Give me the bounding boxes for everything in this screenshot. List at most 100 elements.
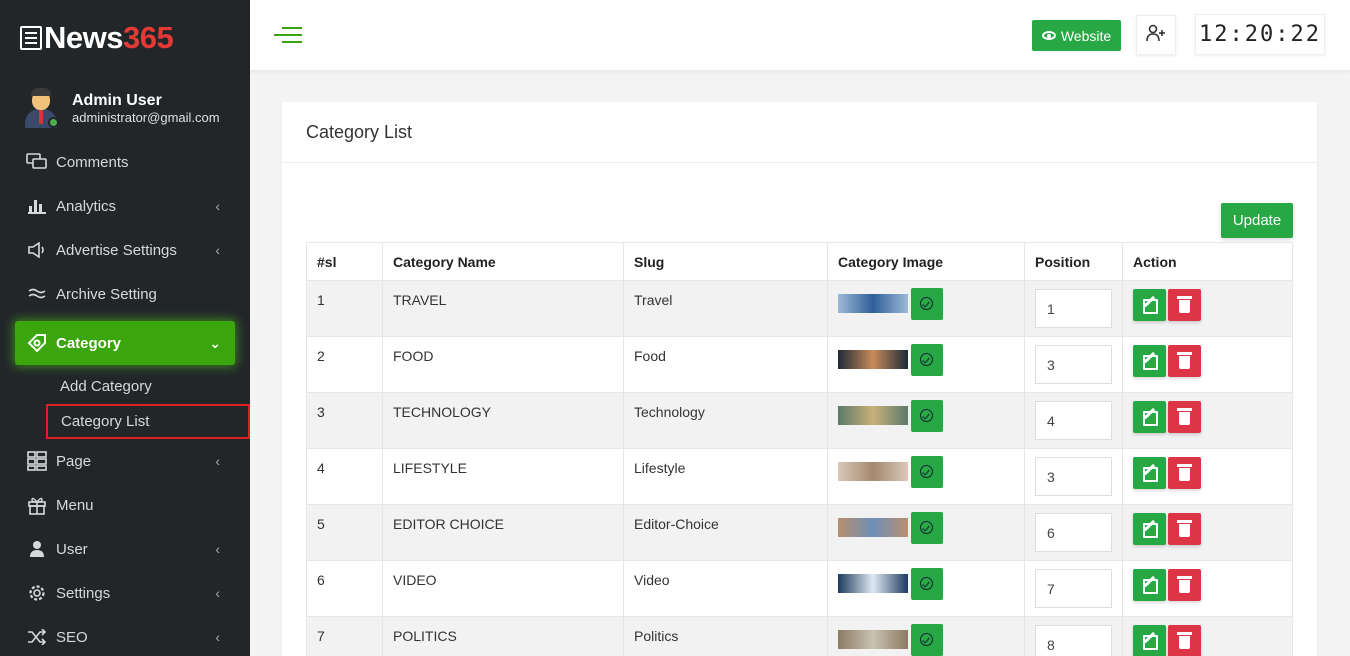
table-row: 4 LIFESTYLE Lifestyle 3 xyxy=(306,448,1293,505)
cell-category-image xyxy=(827,392,1025,449)
top-bar: Website 12:20:22 xyxy=(250,0,1350,70)
column-header-category-image: Category Image xyxy=(827,242,1025,281)
status-check-button[interactable] xyxy=(911,512,943,544)
column-header-category-name: Category Name xyxy=(382,242,624,281)
delete-button[interactable] xyxy=(1168,625,1201,656)
cell-action xyxy=(1122,448,1293,505)
position-input[interactable]: 1 xyxy=(1035,289,1112,328)
chevron-left-icon: ‹ xyxy=(215,629,220,645)
waves-icon xyxy=(26,284,48,304)
position-input[interactable]: 6 xyxy=(1035,513,1112,552)
sidebar-item-analytics[interactable]: Analytics ‹ xyxy=(0,184,250,228)
sidebar-item-archive-setting[interactable]: Archive Setting xyxy=(0,272,250,316)
status-check-button[interactable] xyxy=(911,568,943,600)
delete-button[interactable] xyxy=(1168,457,1201,489)
position-input[interactable]: 8 xyxy=(1035,625,1112,656)
cell-sl: 4 xyxy=(306,448,383,505)
delete-button[interactable] xyxy=(1168,345,1201,377)
sidebar-item-page[interactable]: Page ‹ xyxy=(0,439,250,483)
sidebar-item-menu[interactable]: Menu xyxy=(0,483,250,527)
cell-category-name: POLITICS xyxy=(382,616,624,656)
brand-name: News365 xyxy=(44,20,174,55)
sidebar-subitem-label: Add Category xyxy=(60,378,152,395)
sidebar-item-seo[interactable]: SEO ‹ xyxy=(0,615,250,656)
user-panel: Admin User administrator@gmail.com xyxy=(0,76,250,140)
sidebar-item-user[interactable]: User ‹ xyxy=(0,527,250,571)
sidebar-subitem-label: Category List xyxy=(61,413,150,430)
category-thumbnail xyxy=(838,462,908,481)
sidebar-item-advertise-settings[interactable]: Advertise Settings ‹ xyxy=(0,228,250,272)
user-icon xyxy=(26,539,48,559)
delete-button[interactable] xyxy=(1168,401,1201,433)
edit-button[interactable] xyxy=(1133,625,1166,656)
edit-button[interactable] xyxy=(1133,345,1166,377)
sidebar-item-label: Comments xyxy=(56,153,129,171)
card-title: Category List xyxy=(282,102,1317,163)
column-header-action: Action xyxy=(1122,242,1293,281)
position-input[interactable]: 4 xyxy=(1035,401,1112,440)
cell-action xyxy=(1122,336,1293,393)
status-check-button[interactable] xyxy=(911,456,943,488)
update-button[interactable]: Update xyxy=(1221,203,1293,238)
hamburger-menu-icon[interactable] xyxy=(274,27,302,45)
edit-button[interactable] xyxy=(1133,513,1166,545)
user-email: administrator@gmail.com xyxy=(72,109,220,125)
sidebar-item-comments[interactable]: Comments xyxy=(0,140,250,184)
status-check-button[interactable] xyxy=(911,288,943,320)
sidebar-item-category[interactable]: Category ⌄ xyxy=(15,321,235,365)
sidebar-item-label: SEO xyxy=(56,628,88,646)
table-row: 1 TRAVEL Travel 1 xyxy=(306,280,1293,337)
position-input[interactable]: 3 xyxy=(1035,457,1112,496)
user-name: Admin User xyxy=(72,91,162,109)
cell-category-image xyxy=(827,336,1025,393)
chevron-down-icon: ⌄ xyxy=(209,335,221,351)
edit-button[interactable] xyxy=(1133,289,1166,321)
cell-category-name: VIDEO xyxy=(382,560,624,617)
cell-slug: Food xyxy=(623,336,828,393)
edit-button[interactable] xyxy=(1133,569,1166,601)
sidebar-item-label: Page xyxy=(56,452,92,470)
table-header-row: #sl Category Name Slug Category Image Po… xyxy=(306,242,1293,281)
sidebar-item-label: Category xyxy=(56,334,122,352)
category-thumbnail xyxy=(838,350,908,369)
page-grid-icon xyxy=(26,451,48,471)
cell-category-image xyxy=(827,280,1025,337)
gift-icon xyxy=(26,495,48,515)
cell-slug: Lifestyle xyxy=(623,448,828,505)
cell-position: 6 xyxy=(1024,504,1123,561)
sidebar-subitem-add-category[interactable]: Add Category xyxy=(0,369,250,404)
delete-button[interactable] xyxy=(1168,513,1201,545)
status-check-button[interactable] xyxy=(911,344,943,376)
table-row: 5 EDITOR CHOICE Editor-Choice 6 xyxy=(306,504,1293,561)
cell-category-image xyxy=(827,560,1025,617)
status-check-button[interactable] xyxy=(911,624,943,656)
cell-slug: Editor-Choice xyxy=(623,504,828,561)
newspaper-icon xyxy=(20,26,42,50)
table-row: 7 POLITICS Politics 8 xyxy=(306,616,1293,656)
cell-action xyxy=(1122,560,1293,617)
add-user-button[interactable] xyxy=(1136,15,1176,55)
cell-sl: 7 xyxy=(306,616,383,656)
chevron-left-icon: ‹ xyxy=(215,242,220,258)
category-thumbnail xyxy=(838,518,908,537)
cell-sl: 2 xyxy=(306,336,383,393)
cell-action xyxy=(1122,616,1293,656)
delete-button[interactable] xyxy=(1168,289,1201,321)
cell-sl: 3 xyxy=(306,392,383,449)
position-input[interactable]: 7 xyxy=(1035,569,1112,608)
cell-slug: Technology xyxy=(623,392,828,449)
column-header-sl: #sl xyxy=(306,242,383,281)
status-check-button[interactable] xyxy=(911,400,943,432)
position-input[interactable]: 3 xyxy=(1035,345,1112,384)
edit-button[interactable] xyxy=(1133,457,1166,489)
sidebar-subitem-category-list[interactable]: Category List xyxy=(46,404,250,439)
category-thumbnail xyxy=(838,294,908,313)
sidebar-item-settings[interactable]: Settings ‹ xyxy=(0,571,250,615)
category-thumbnail xyxy=(838,574,908,593)
website-button[interactable]: Website xyxy=(1032,20,1121,51)
edit-button[interactable] xyxy=(1133,401,1166,433)
cell-position: 8 xyxy=(1024,616,1123,656)
delete-button[interactable] xyxy=(1168,569,1201,601)
cell-category-image xyxy=(827,448,1025,505)
brand-logo[interactable]: News365 xyxy=(0,0,250,76)
